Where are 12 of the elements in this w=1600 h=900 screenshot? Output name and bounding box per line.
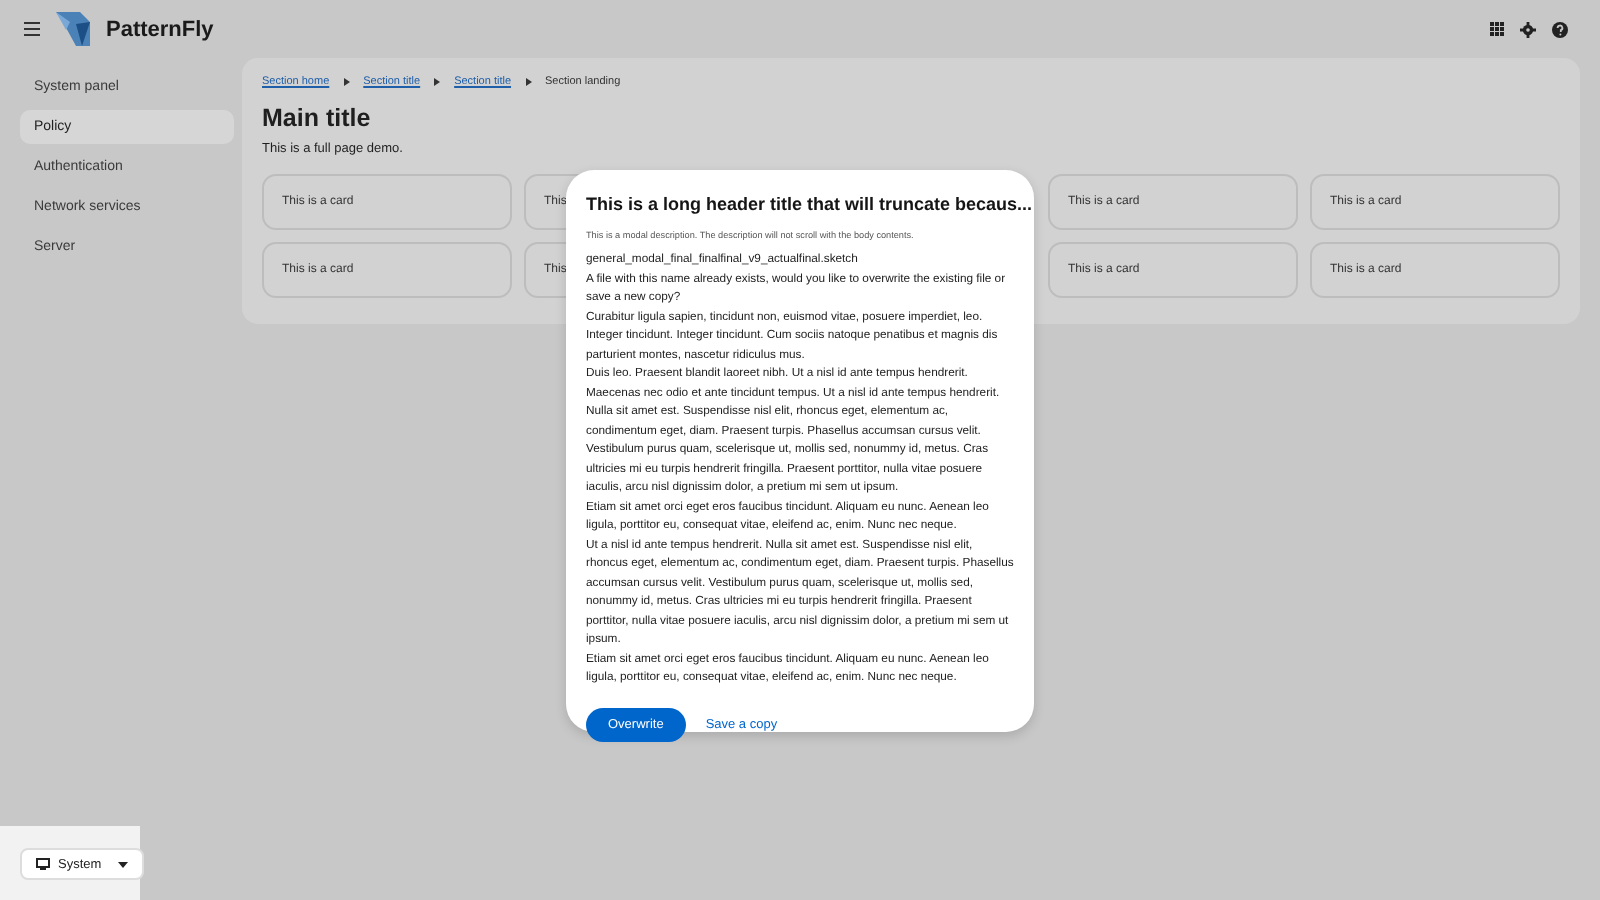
- brand-name: PatternFly: [106, 17, 214, 41]
- chevron-icon: [525, 78, 532, 86]
- settings-icon[interactable]: [1520, 21, 1536, 37]
- menu-icon[interactable]: [24, 22, 40, 36]
- logo-icon: [56, 12, 90, 46]
- caret-icon: [117, 861, 128, 867]
- chevron-icon: [343, 78, 350, 86]
- help-icon[interactable]: [1552, 21, 1568, 37]
- page-title: Main title: [262, 104, 373, 132]
- chevron-icon: [434, 78, 441, 86]
- monitor-icon: [36, 858, 50, 870]
- grid-icon[interactable]: [1490, 22, 1504, 36]
